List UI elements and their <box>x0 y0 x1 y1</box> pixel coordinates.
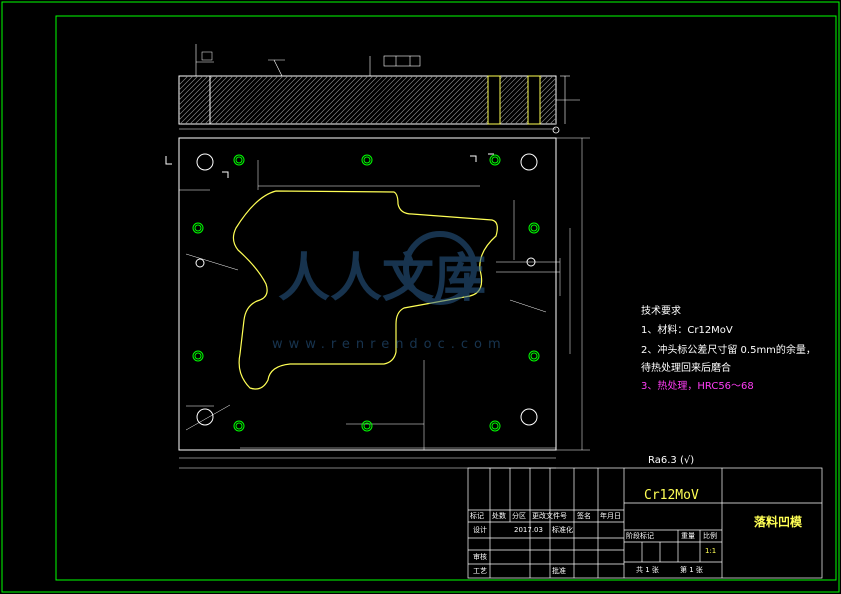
section-view <box>178 44 580 134</box>
tb-sheet-total: 共 1 张 <box>636 566 659 574</box>
tech-requirement-3: 3、热处理，HRC56～68 <box>641 381 754 392</box>
part-name: 落料凹模 <box>754 515 803 529</box>
tb-stage-label: 阶段标记 <box>626 532 654 540</box>
tb-header-date: 年月日 <box>600 512 621 520</box>
section-hatch-line <box>219 75 269 125</box>
section-hatch-line <box>229 75 279 125</box>
section-hatch-line <box>309 75 359 125</box>
section-hatch-line <box>294 75 344 125</box>
watermark: 人人文库 www.renrendoc.com <box>272 231 507 352</box>
tb-sheet-no: 第 1 张 <box>680 566 703 574</box>
section-hatch-line <box>539 107 557 125</box>
section-hatch-line <box>499 75 549 125</box>
section-hatch-line <box>244 75 294 125</box>
section-hatch-line <box>224 75 274 125</box>
section-hatch-line <box>194 75 244 125</box>
tb-header-zone: 分区 <box>512 512 526 520</box>
section-hatch-line <box>239 75 289 125</box>
tb-scale-value: 1:1 <box>705 547 717 555</box>
section-hatch-line <box>434 75 484 125</box>
section-hatch-line <box>178 75 189 86</box>
section-hatch-line <box>184 75 234 125</box>
section-hatch-line <box>404 75 454 125</box>
section-hatch-line <box>324 75 374 125</box>
section-hatch-line <box>284 75 334 125</box>
tech-requirement-1: 1、材料：Cr12MoV <box>641 325 733 336</box>
section-hatch-line <box>389 75 439 125</box>
section-hatch-line <box>424 75 474 125</box>
section-hatch-line <box>269 75 319 125</box>
section-hatch-line <box>414 75 464 125</box>
svg-text:人人文库: 人人文库 <box>278 249 486 309</box>
section-hatch-line <box>178 75 204 101</box>
section-hatch-line <box>234 75 284 125</box>
tb-standardize-label: 标准化 <box>552 526 573 534</box>
section-hatch-line <box>439 75 489 125</box>
section-hatch-line <box>178 75 214 111</box>
tech-requirement-2-cont: 待热处理回来后磨合 <box>641 363 731 374</box>
tech-requirement-2: 2、冲头标公差尺寸留 0.5mm的余量， <box>641 345 816 356</box>
tb-process-label: 工艺 <box>473 567 487 575</box>
section-hatch-line <box>479 75 529 125</box>
section-hatch-line <box>354 75 404 125</box>
section-hatch-line <box>289 75 339 125</box>
section-hatch-line <box>204 75 254 125</box>
tb-weight-label: 重量 <box>681 532 695 540</box>
section-hatch-line <box>249 75 299 125</box>
section-hatch-line <box>549 117 557 125</box>
section-hatch-line <box>178 75 199 96</box>
section-hatch-line <box>374 75 424 125</box>
section-hatch-line <box>274 75 324 125</box>
section-hatch-line <box>319 75 369 125</box>
section-hatch-line <box>329 75 379 125</box>
section-hatch-line <box>178 75 219 116</box>
section-hatch-line <box>209 75 259 125</box>
material-label: Cr12MoV <box>644 488 699 503</box>
section-hatch-line <box>189 75 239 125</box>
section-hatch-line <box>399 75 449 125</box>
section-hatch-line <box>314 75 364 125</box>
section-hatch-line <box>179 75 229 125</box>
drawing-canvas: 人人文库 www.renrendoc.com <box>1 1 840 593</box>
section-hatch-line <box>264 75 314 125</box>
tb-header-change-doc: 更改文件号 <box>532 512 567 520</box>
surface-roughness: Ra6.3 (√) <box>648 455 695 466</box>
section-hatch-line <box>299 75 349 125</box>
section-hatch-line <box>214 75 264 125</box>
section-hatch-line <box>279 75 329 125</box>
section-hatch-line <box>339 75 389 125</box>
tech-requirements-title: 技术要求 <box>641 306 681 317</box>
tb-header-mark: 标记 <box>470 512 484 520</box>
section-hatch-line <box>364 75 414 125</box>
tb-approve-label: 批准 <box>552 567 566 575</box>
tb-review-label: 审核 <box>473 553 487 561</box>
section-hatch-line <box>254 75 304 125</box>
section-hatch-line <box>334 75 384 125</box>
section-hatch-line <box>409 75 459 125</box>
section-hatch-line <box>349 75 399 125</box>
section-hatch-line <box>259 75 309 125</box>
tb-scale-label: 比例 <box>703 532 717 540</box>
section-hatch-line <box>359 75 409 125</box>
section-hatch-line <box>419 75 469 125</box>
tb-header-count: 处数 <box>492 512 506 520</box>
tb-design-date: 2017.03 <box>514 526 543 534</box>
tb-design-label: 设计 <box>473 526 487 534</box>
tb-header-sign: 签名 <box>577 512 591 520</box>
section-hatch-line <box>304 75 354 125</box>
section-hatch-line <box>544 112 557 125</box>
section-hatch-line <box>394 75 444 125</box>
section-hatch-line <box>199 75 249 125</box>
section-hatch-line <box>444 75 494 125</box>
section-hatch-line <box>459 75 509 125</box>
svg-text:www.renrendoc.com: www.renrendoc.com <box>272 337 507 352</box>
section-hatch-line <box>344 75 394 125</box>
section-hatch-line <box>369 75 419 125</box>
section-hatch-line <box>379 75 429 125</box>
section-hatch-line <box>429 75 479 125</box>
section-hatch-line <box>384 75 434 125</box>
